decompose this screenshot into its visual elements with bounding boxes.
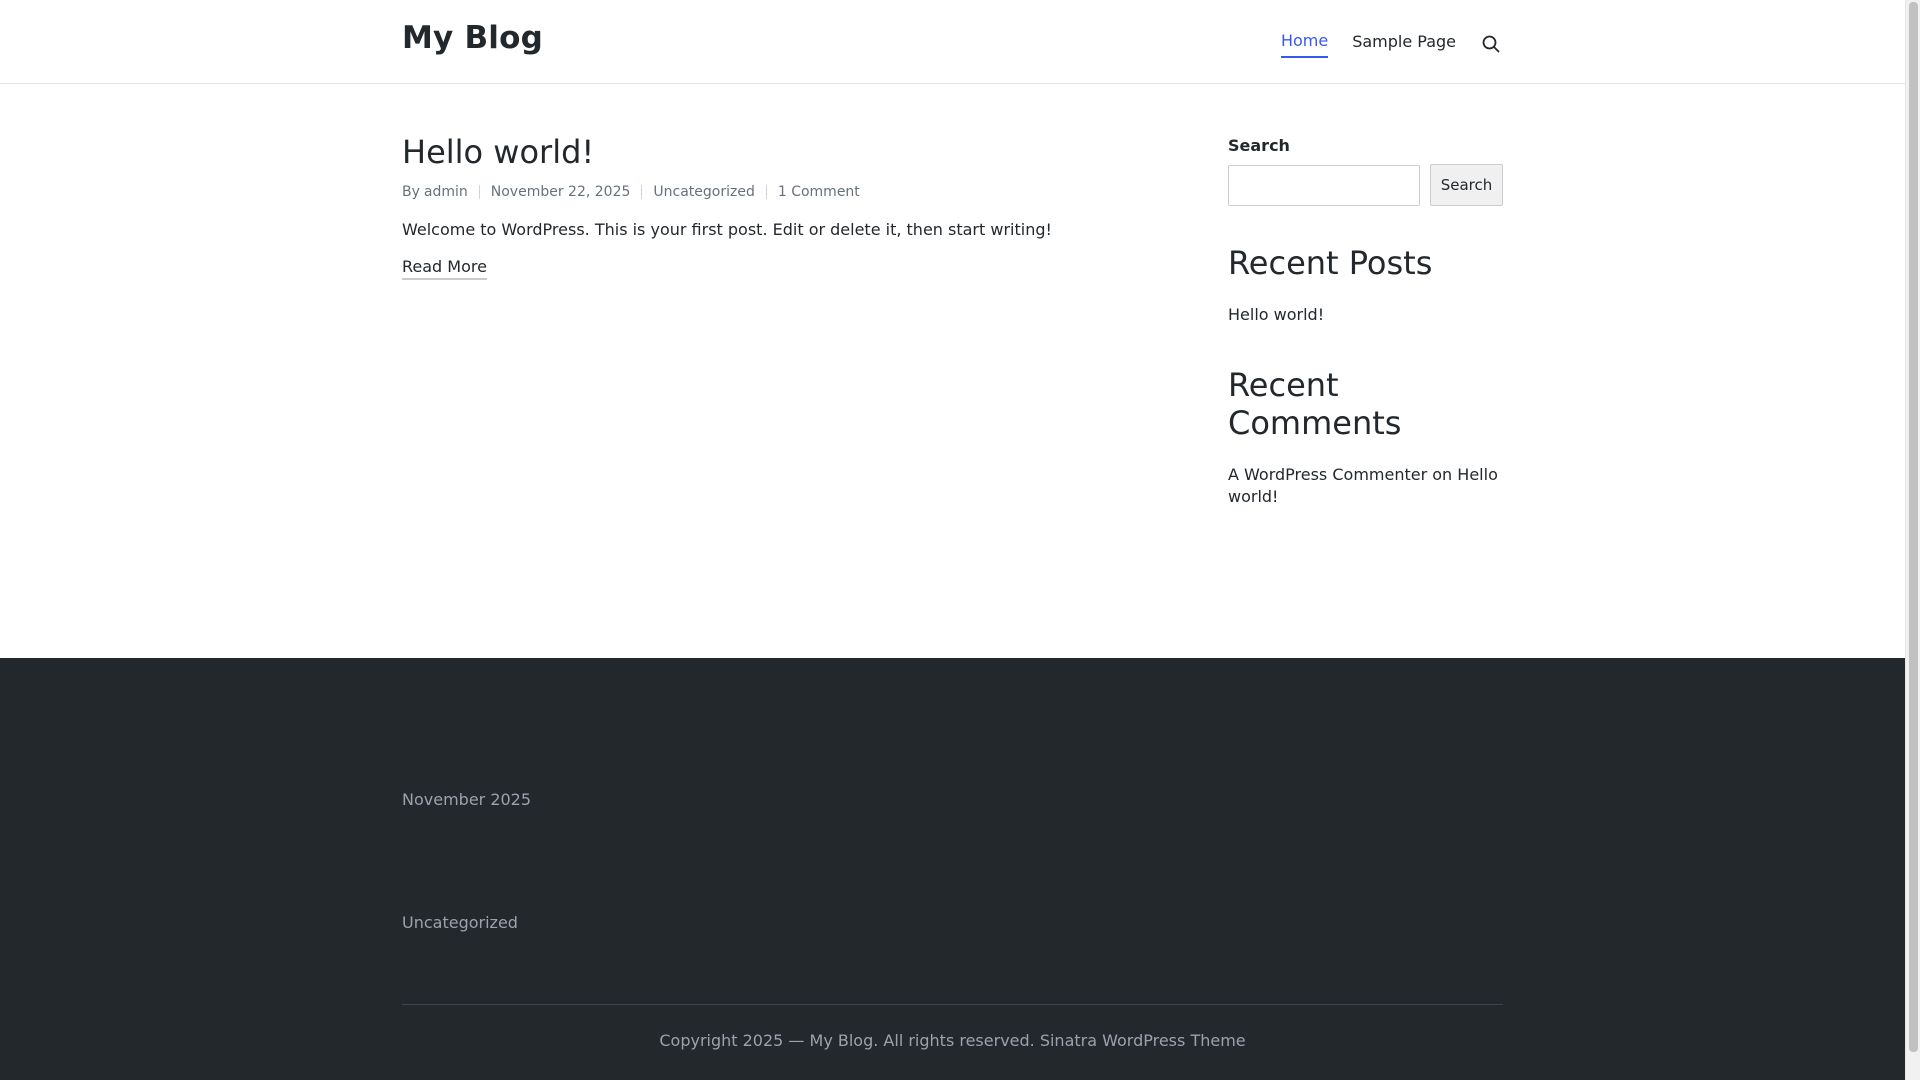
search-icon[interactable] xyxy=(1480,33,1502,55)
post-excerpt: Welcome to WordPress. This is your first… xyxy=(402,220,1052,239)
recent-comments-list: A WordPress Commenter on Hello world! xyxy=(1228,464,1503,508)
footer-category-link[interactable]: Uncategorized xyxy=(402,913,518,932)
meta-separator xyxy=(478,185,480,199)
meta-separator xyxy=(641,185,643,199)
recent-comments-widget: Recent Comments A WordPress Commenter on… xyxy=(1228,366,1503,508)
copyright-site-link[interactable]: My Blog xyxy=(810,1031,874,1050)
recent-comment-item: A WordPress Commenter on Hello world! xyxy=(1228,464,1503,508)
recent-posts-widget: Recent Posts Hello world! xyxy=(1228,244,1503,326)
comment-author-link[interactable]: A WordPress Commenter xyxy=(1228,465,1427,484)
post-meta: By admin November 22, 2025 Uncategorized… xyxy=(402,184,1202,200)
recent-comments-title: Recent Comments xyxy=(1228,366,1402,442)
post-meta-by: By xyxy=(402,184,420,200)
nav-sample-page[interactable]: Sample Page xyxy=(1352,31,1456,57)
read-more-link[interactable]: Read More xyxy=(402,257,487,280)
post-title[interactable]: Hello world! xyxy=(402,132,1202,172)
copyright-rest: . All rights reserved. xyxy=(873,1031,1040,1050)
search-row: Search xyxy=(1228,164,1503,206)
footer-divider xyxy=(402,1004,1503,1005)
page: My Blog Home Sample Page Hello world! By… xyxy=(0,0,1905,1080)
nav-home[interactable]: Home xyxy=(1280,30,1329,58)
copyright: Copyright 2025 — My Blog. All rights res… xyxy=(0,1031,1905,1050)
theme-link[interactable]: Sinatra WordPress Theme xyxy=(1040,1031,1246,1050)
post-author-link[interactable]: admin xyxy=(424,184,468,200)
post-comments-link[interactable]: 1 Comment xyxy=(778,184,860,200)
site-header: My Blog Home Sample Page xyxy=(0,0,1905,84)
search-button[interactable]: Search xyxy=(1430,164,1503,206)
comment-on-text: on xyxy=(1432,465,1453,484)
recent-post-link[interactable]: Hello world! xyxy=(1228,305,1324,324)
footer-archive-link[interactable]: November 2025 xyxy=(402,790,531,809)
search-widget-label: Search xyxy=(1228,136,1290,155)
meta-separator xyxy=(765,185,767,199)
main-nav: Home Sample Page xyxy=(1257,30,1502,58)
site-title[interactable]: My Blog xyxy=(402,20,543,56)
post: Hello world! By admin November 22, 2025 … xyxy=(402,132,1202,280)
scrollbar[interactable] xyxy=(1905,0,1920,1080)
search-widget: Search Search xyxy=(1228,136,1503,206)
recent-posts-title: Recent Posts xyxy=(1228,244,1433,282)
scrollbar-thumb[interactable] xyxy=(1909,2,1918,1052)
post-category-link[interactable]: Uncategorized xyxy=(653,184,754,200)
post-date-link[interactable]: November 22, 2025 xyxy=(491,184,631,200)
search-input[interactable] xyxy=(1228,164,1420,206)
copyright-text: Copyright 2025 — xyxy=(659,1031,810,1050)
site-footer: November 2025 Uncategorized Copyright 20… xyxy=(0,658,1905,1080)
sidebar: Search Search Recent Posts Hello world! … xyxy=(1228,136,1503,508)
recent-posts-list: Hello world! xyxy=(1228,304,1503,326)
